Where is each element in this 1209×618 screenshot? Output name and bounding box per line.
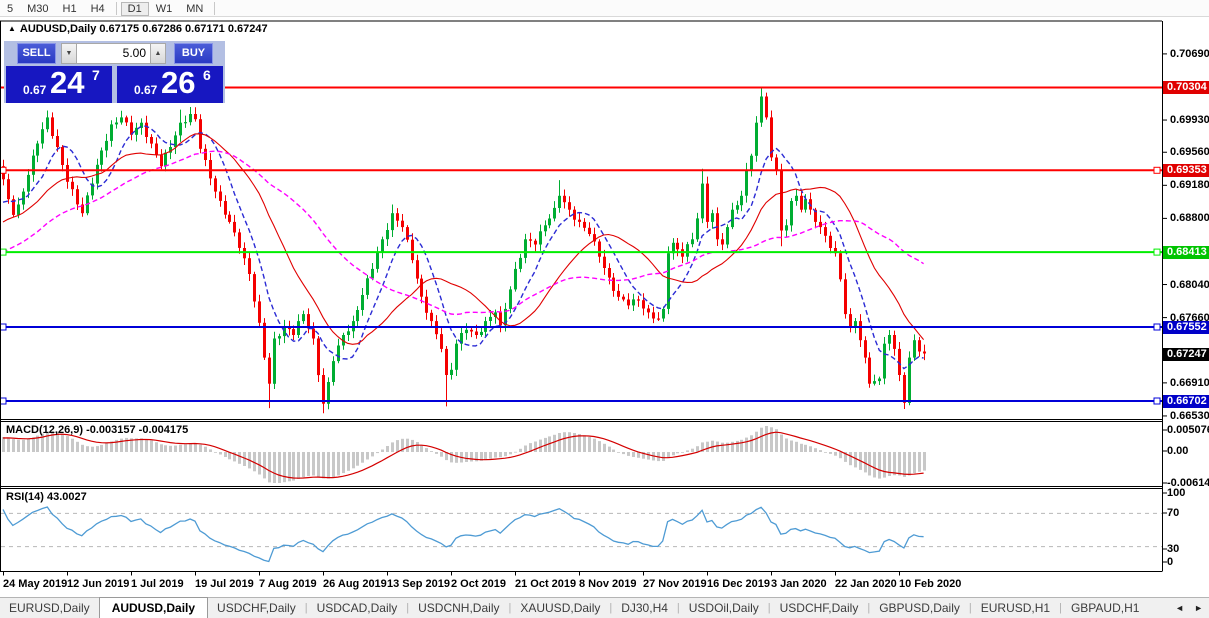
chart-tab-usdcad-daily[interactable]: USDCAD,Daily <box>308 598 407 618</box>
date-tick-label: 13 Sep 2019 <box>387 578 450 590</box>
price-tick-label: 0.66530 <box>1170 410 1209 422</box>
price-level-badge: 0.67552 <box>1163 321 1209 334</box>
chart-title: ▲ AUDUSD,Daily 0.67175 0.67286 0.67171 0.… <box>8 23 268 35</box>
date-tick-label: 26 Aug 2019 <box>323 578 387 590</box>
chart-tab-audusd-daily[interactable]: AUDUSD,Daily <box>99 597 208 618</box>
date-tick-label: 2 Oct 2019 <box>451 578 506 590</box>
sell-price-box[interactable]: 0.67 24 7 <box>6 66 112 103</box>
sell-button[interactable]: SELL <box>17 43 56 64</box>
date-tick-label: 24 May 2019 <box>3 578 67 590</box>
buy-price-box[interactable]: 0.67 26 6 <box>117 66 223 103</box>
chart-tab-dj30-h4[interactable]: DJ30,H4 <box>612 598 677 618</box>
date-tick-label: 16 Dec 2019 <box>707 578 770 590</box>
price-level-badge: 0.69353 <box>1163 164 1209 177</box>
date-tick-label: 8 Nov 2019 <box>579 578 636 590</box>
date-tick-label: 1 Jul 2019 <box>131 578 184 590</box>
price-line-handle[interactable] <box>1154 324 1160 330</box>
chart-tab-eurusd-h1[interactable]: EURUSD,H1 <box>972 598 1059 618</box>
buy-price-small: 0.67 <box>134 83 157 97</box>
chart-tab-usdoil-daily[interactable]: USDOil,Daily <box>680 598 768 618</box>
date-tick-label: 12 Jun 2019 <box>67 578 129 590</box>
tab-scroll-buttons: ◄ ► <box>1175 602 1203 614</box>
candlestick-series <box>2 87 926 413</box>
date-tick-label: 7 Aug 2019 <box>259 578 317 590</box>
rsi-axis-label: 30 <box>1167 543 1179 555</box>
price-level-badge: 0.66702 <box>1163 395 1209 408</box>
one-click-trade-panel: SELL ▼ 5.00 ▲ BUY 0.67 24 7 0.67 26 6 <box>4 41 225 103</box>
price-tick-label: 0.69560 <box>1170 146 1209 158</box>
moving-average-8 <box>3 126 924 369</box>
rsi-axis-label: 70 <box>1167 507 1179 519</box>
chart-title-text: AUDUSD,Daily 0.67175 0.67286 0.67171 0.6… <box>20 23 268 35</box>
moving-average-20 <box>3 134 924 344</box>
volume-decrease-button[interactable]: ▼ <box>61 43 77 64</box>
collapse-panel-icon[interactable]: ▲ <box>8 24 16 33</box>
price-level-badge: 0.68413 <box>1163 246 1209 259</box>
buy-button[interactable]: BUY <box>174 43 213 64</box>
price-tick-label: 0.69930 <box>1170 114 1209 126</box>
sell-price-big: 24 <box>50 65 84 101</box>
price-tick-label: 0.69180 <box>1170 179 1209 191</box>
chart-tab-usdchf-daily[interactable]: USDCHF,Daily <box>208 598 305 618</box>
chart-tab-gbpusd-daily[interactable]: GBPUSD,Daily <box>870 598 969 618</box>
rsi-axis-label: 100 <box>1167 487 1185 499</box>
chart-tab-xauusd-daily[interactable]: XAUUSD,Daily <box>511 598 609 618</box>
rsi-axis-label: 0 <box>1167 556 1173 568</box>
date-tick-label: 27 Nov 2019 <box>643 578 707 590</box>
price-level-badge: 0.70304 <box>1163 81 1209 94</box>
price-tick-label: 0.68800 <box>1170 212 1209 224</box>
macd-axis-label: 0.005076 <box>1167 424 1209 436</box>
date-tick-label: 22 Jan 2020 <box>835 578 897 590</box>
date-tick-label: 21 Oct 2019 <box>515 578 576 590</box>
chart-tab-gbpaud-h1[interactable]: GBPAUD,H1 <box>1062 598 1148 618</box>
chart-tab-usdchf-daily[interactable]: USDCHF,Daily <box>771 598 868 618</box>
sell-price-sup: 7 <box>92 67 100 83</box>
price-line-handle[interactable] <box>1154 249 1160 255</box>
chart-tab-usdcnh-daily[interactable]: USDCNH,Daily <box>409 598 508 618</box>
current-price-badge: 0.67247 <box>1163 348 1209 361</box>
sell-price-small: 0.67 <box>23 83 46 97</box>
price-line-handle[interactable] <box>1154 398 1160 404</box>
price-line-handle[interactable] <box>1154 167 1160 173</box>
tab-scroll-left-icon[interactable]: ◄ <box>1175 602 1184 614</box>
chart-tab-bar: EURUSD,DailyAUDUSD,DailyUSDCHF,Daily|USD… <box>0 597 1209 618</box>
chart-tab-eurusd-daily[interactable]: EURUSD,Daily <box>0 598 99 618</box>
buy-price-sup: 6 <box>203 67 211 83</box>
moving-average-40 <box>3 151 924 314</box>
price-tick-label: 0.66910 <box>1170 377 1209 389</box>
date-tick-label: 19 Jul 2019 <box>195 578 254 590</box>
date-tick-label: 3 Jan 2020 <box>771 578 827 590</box>
volume-increase-button[interactable]: ▲ <box>150 43 166 64</box>
buy-price-big: 26 <box>161 65 195 101</box>
tab-scroll-right-icon[interactable]: ► <box>1194 602 1203 614</box>
macd-axis-label: 0.00 <box>1167 445 1188 457</box>
rsi-line <box>3 507 924 562</box>
volume-input[interactable]: 5.00 <box>77 43 150 64</box>
price-tick-label: 0.70690 <box>1170 48 1209 60</box>
macd-label: MACD(12,26,9) -0.003157 -0.004175 <box>6 424 188 436</box>
date-tick-label: 10 Feb 2020 <box>899 578 961 590</box>
price-tick-label: 0.68040 <box>1170 279 1209 291</box>
rsi-label: RSI(14) 43.0027 <box>6 491 87 503</box>
trading-terminal: { "toolbar": { "timeframes": ["5", "M30"… <box>0 0 1209 618</box>
